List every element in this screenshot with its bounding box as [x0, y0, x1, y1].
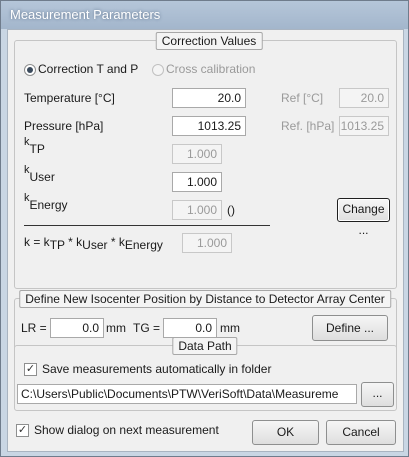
title-bar[interactable]: Measurement Parameters — [1, 1, 408, 29]
ref-temperature-label: Ref [°C] — [281, 91, 324, 105]
correction-t-and-p-radio[interactable] — [24, 64, 36, 76]
cross-calibration-radio[interactable] — [152, 64, 164, 76]
show-dialog-label[interactable]: Show dialog on next measurement — [34, 423, 219, 437]
k-user-subscript: User — [29, 170, 55, 184]
cancel-button[interactable]: Cancel — [326, 420, 396, 445]
tg-input[interactable]: 0.0 — [163, 318, 217, 338]
formula-mul-1: * k — [64, 235, 83, 249]
lr-label: LR = — [21, 321, 47, 335]
correction-t-and-p-label[interactable]: Correction T and P — [38, 62, 138, 76]
k-energy-input[interactable]: 1.000 — [172, 200, 222, 220]
ref-pressure-input[interactable]: 1013.25 — [339, 116, 389, 136]
data-path-input[interactable]: C:\Users\Public\Documents\PTW\VeriSoft\D… — [17, 384, 357, 404]
correction-values-legend: Correction Values — [155, 32, 263, 50]
tg-unit: mm — [220, 321, 240, 335]
k-energy-subscript: Energy — [29, 198, 68, 212]
lr-unit: mm — [106, 321, 126, 335]
lr-input[interactable]: 0.0 — [50, 318, 104, 338]
tg-label: TG = — [133, 321, 161, 335]
ref-temperature-input[interactable]: 20.0 — [339, 88, 389, 108]
browse-button[interactable]: ... — [361, 382, 394, 407]
temperature-label: Temperature [°C] — [24, 91, 115, 105]
k-formula-label: k = kTP * kUser * kEnergy — [24, 235, 163, 252]
save-automatically-checkbox[interactable]: ✓ — [24, 363, 37, 376]
ref-pressure-label: Ref. [hPa] — [281, 119, 335, 133]
pressure-input[interactable]: 1013.25 — [172, 116, 246, 136]
pressure-label: Pressure [hPa] — [24, 119, 104, 133]
ok-button[interactable]: OK — [252, 420, 319, 445]
formula-mul-2: * k — [107, 235, 125, 249]
save-automatically-label[interactable]: Save measurements automatically in folde… — [42, 362, 271, 376]
k-formula-value[interactable]: 1.000 — [182, 233, 232, 253]
cross-calibration-label[interactable]: Cross calibration — [166, 62, 255, 76]
data-path-legend: Data Path — [172, 337, 238, 355]
data-path-group: Data Path ✓ Save measurements automatica… — [14, 337, 397, 411]
k-energy-unit: () — [227, 203, 235, 217]
formula-prefix: k = k — [24, 235, 50, 249]
formula-divider — [24, 225, 270, 226]
k-tp-subscript: TP — [29, 142, 45, 156]
dialog-client-area: Correction Values Correction T and P Cro… — [7, 29, 404, 452]
formula-tp: TP — [49, 238, 65, 252]
formula-energy: Energy — [124, 238, 163, 252]
define-button[interactable]: Define ... — [312, 315, 388, 341]
k-user-letter: k — [24, 164, 30, 176]
dialog-window: Measurement Parameters Correction Values… — [0, 0, 409, 457]
k-energy-letter: k — [24, 192, 30, 204]
k-tp-label: kTP — [24, 136, 45, 156]
show-dialog-checkbox[interactable]: ✓ — [16, 424, 29, 437]
window-title: Measurement Parameters — [10, 7, 161, 22]
k-tp-letter: k — [24, 136, 30, 148]
temperature-input[interactable]: 20.0 — [172, 88, 246, 108]
k-tp-input[interactable]: 1.000 — [172, 144, 222, 164]
formula-user: User — [82, 238, 108, 252]
k-user-input[interactable]: 1.000 — [172, 172, 222, 192]
isocenter-legend: Define New Isocenter Position by Distanc… — [19, 290, 391, 308]
k-energy-label: kEnergy — [24, 192, 68, 212]
k-user-label: kUser — [24, 164, 55, 184]
change-button[interactable]: Change ... — [337, 198, 390, 237]
correction-values-group: Correction Values Correction T and P Cro… — [14, 32, 397, 289]
